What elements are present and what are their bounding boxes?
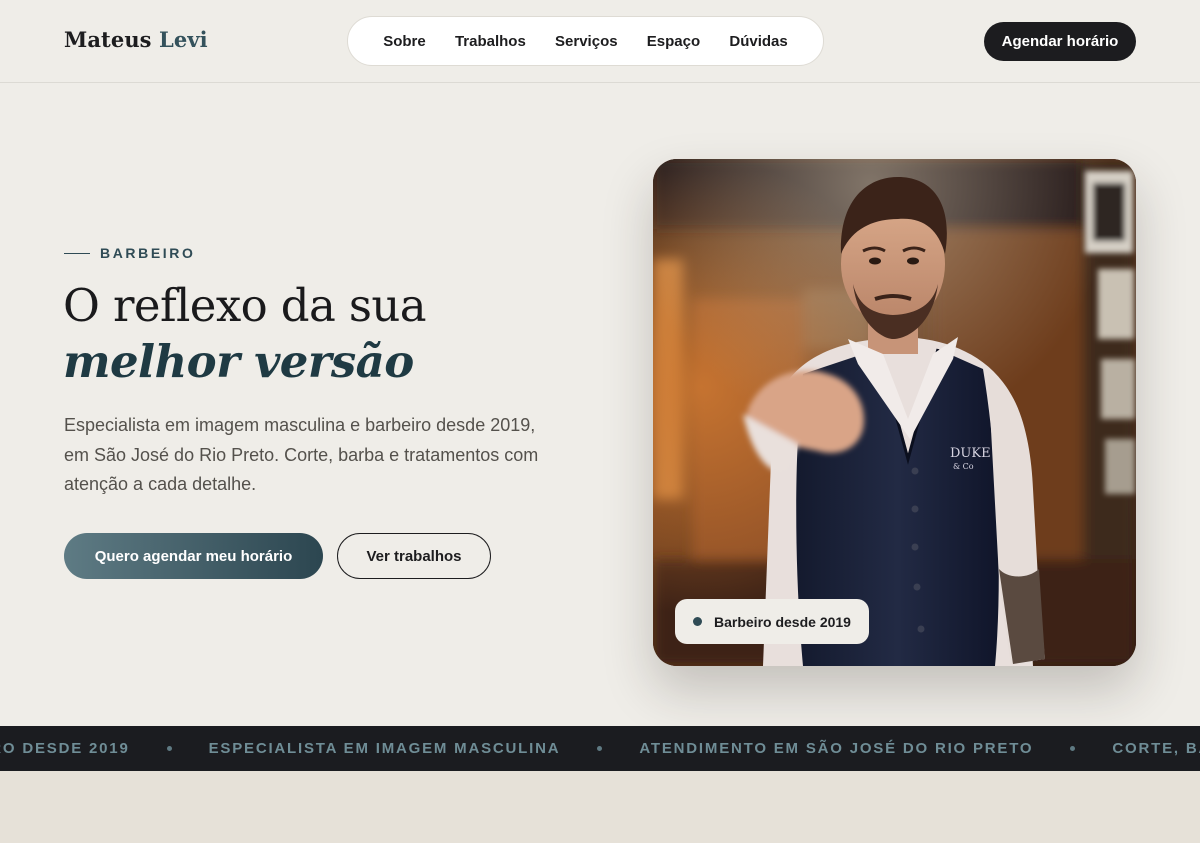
vest-logo: DUKE: [950, 446, 991, 461]
marquee-item: BARBEIRO DESDE 2019: [0, 740, 130, 757]
experience-badge: Barbeiro desde 2019: [675, 599, 869, 644]
marquee-item: ATENDIMENTO EM SÃO JOSÉ DO RIO PRETO: [639, 740, 1034, 757]
next-section: [0, 771, 1200, 843]
marquee-band: BARBEIRO DESDE 2019 ESPECIALISTA EM IMAG…: [0, 726, 1200, 771]
marquee-dot-icon: [166, 746, 172, 751]
hero-title-line2: melhor versão: [63, 335, 414, 388]
marquee-dot-icon: [597, 746, 603, 751]
nav-link-sobre[interactable]: Sobre: [383, 33, 426, 50]
site-header: Mateus Levi Sobre Trabalhos Serviços Esp…: [0, 0, 1200, 83]
marquee-item: ESPECIALISTA EM IMAGEM MASCULINA: [208, 740, 561, 757]
header-book-button[interactable]: Agendar horário: [984, 22, 1136, 61]
eyebrow-divider: [64, 252, 90, 254]
barber-portrait-illustration: DUKE & Co: [653, 159, 1136, 666]
badge-dot-icon: [693, 617, 702, 626]
marquee-track: BARBEIRO DESDE 2019 ESPECIALISTA EM IMAG…: [0, 726, 1200, 771]
marquee-item: CORTE, BARBA E TRATAMENTOS: [1112, 740, 1200, 757]
view-work-button[interactable]: Ver trabalhos: [337, 533, 491, 579]
hero-title-line1: O reflexo da sua: [63, 279, 427, 332]
svg-text:& Co: & Co: [953, 462, 974, 471]
hero-eyebrow: BARBEIRO: [64, 245, 195, 261]
brand-logo[interactable]: Mateus Levi: [64, 27, 208, 52]
book-appointment-button[interactable]: Quero agendar meu horário: [64, 533, 323, 579]
hero-description: Especialista em imagem masculina e barbe…: [64, 415, 539, 494]
eyebrow-label: BARBEIRO: [100, 245, 196, 261]
nav-link-duvidas[interactable]: Dúvidas: [729, 33, 787, 50]
hero-title: O reflexo da sua melhor versão: [63, 278, 623, 390]
nav-link-servicos[interactable]: Serviços: [555, 33, 618, 50]
nav-link-espaco[interactable]: Espaço: [647, 33, 700, 50]
brand-last-name: Levi: [159, 27, 208, 52]
nav-link-trabalhos[interactable]: Trabalhos: [455, 33, 526, 50]
hero-photo: DUKE & Co: [653, 159, 1136, 666]
badge-label: Barbeiro desde 2019: [714, 613, 851, 630]
brand-first-name: Mateus: [64, 27, 152, 52]
marquee-dot-icon: [1070, 746, 1076, 751]
main-nav: Sobre Trabalhos Serviços Espaço Dúvidas: [347, 16, 824, 66]
